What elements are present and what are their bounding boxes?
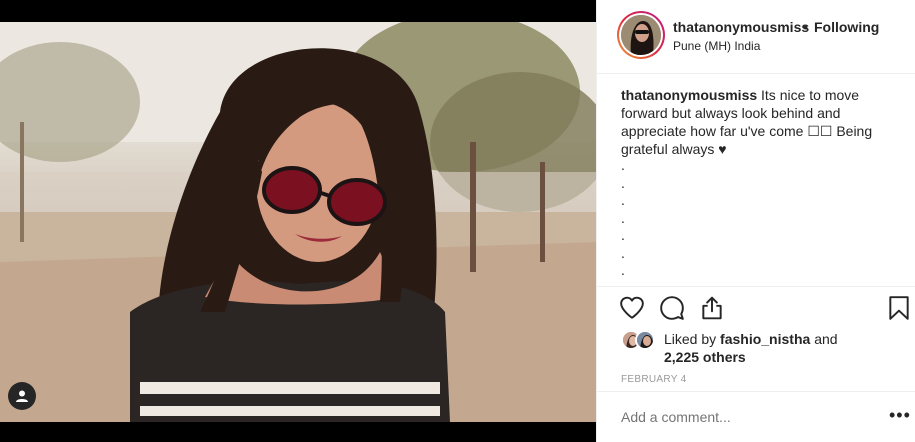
liker-username-link[interactable]: fashio_nistha	[720, 331, 810, 347]
following-button[interactable]: Following	[814, 19, 879, 35]
avatar[interactable]	[617, 11, 665, 59]
action-bar	[597, 286, 915, 328]
comment-button[interactable]	[659, 295, 687, 323]
caption-dot: .	[621, 244, 625, 261]
caption-dot: .	[621, 262, 625, 278]
header-separator: •	[803, 19, 808, 35]
more-options-icon[interactable]: •••	[889, 406, 911, 424]
caption-dot: .	[621, 174, 625, 191]
share-upload-icon	[702, 296, 722, 320]
likes-section: Liked by fashio_nistha and 2,225 others	[597, 328, 915, 368]
tag-button[interactable]	[8, 382, 36, 410]
likes-text: Liked by fashio_nistha and 2,225 others	[664, 330, 838, 366]
likes-and: and	[814, 331, 838, 347]
caption-dot: .	[621, 192, 625, 208]
post-caption: thatanonymousmiss Its nice to move forwa…	[621, 86, 901, 158]
liker-avatar[interactable]	[635, 330, 655, 350]
user-tag-icon	[16, 390, 28, 402]
post-photo[interactable]	[0, 22, 596, 422]
post-date[interactable]: FEBRUARY 4	[621, 374, 686, 385]
heart-outline-icon	[620, 296, 644, 319]
post-header: thatanonymousmiss • Following Pune (MH) …	[597, 0, 915, 74]
avatar-photo-icon	[621, 15, 661, 55]
save-button[interactable]	[886, 295, 914, 323]
likes-count-link[interactable]: 2,225 others	[664, 349, 746, 365]
caption-dot: .	[621, 209, 625, 226]
comment-input[interactable]	[621, 409, 861, 425]
location-link[interactable]: Pune (MH) India	[673, 39, 760, 53]
liker-avatar-icon	[637, 332, 653, 348]
caption-username[interactable]: thatanonymousmiss	[621, 87, 757, 103]
photo-illustration	[0, 22, 596, 422]
comment-bar: •••	[597, 391, 915, 442]
caption-dots: . . . . . . .	[621, 157, 625, 280]
speech-bubble-icon	[660, 296, 684, 320]
likes-prefix: Liked by	[664, 331, 717, 347]
post-side-panel: thatanonymousmiss • Following Pune (MH) …	[596, 0, 915, 442]
caption-dot: .	[621, 227, 625, 243]
post-photo-panel	[0, 0, 596, 442]
like-button[interactable]	[619, 295, 647, 323]
avatar-image	[621, 15, 661, 55]
share-button[interactable]	[699, 295, 727, 323]
header-username[interactable]: thatanonymousmiss	[673, 19, 809, 35]
caption-dot: .	[621, 157, 625, 173]
bookmark-icon	[889, 296, 909, 320]
